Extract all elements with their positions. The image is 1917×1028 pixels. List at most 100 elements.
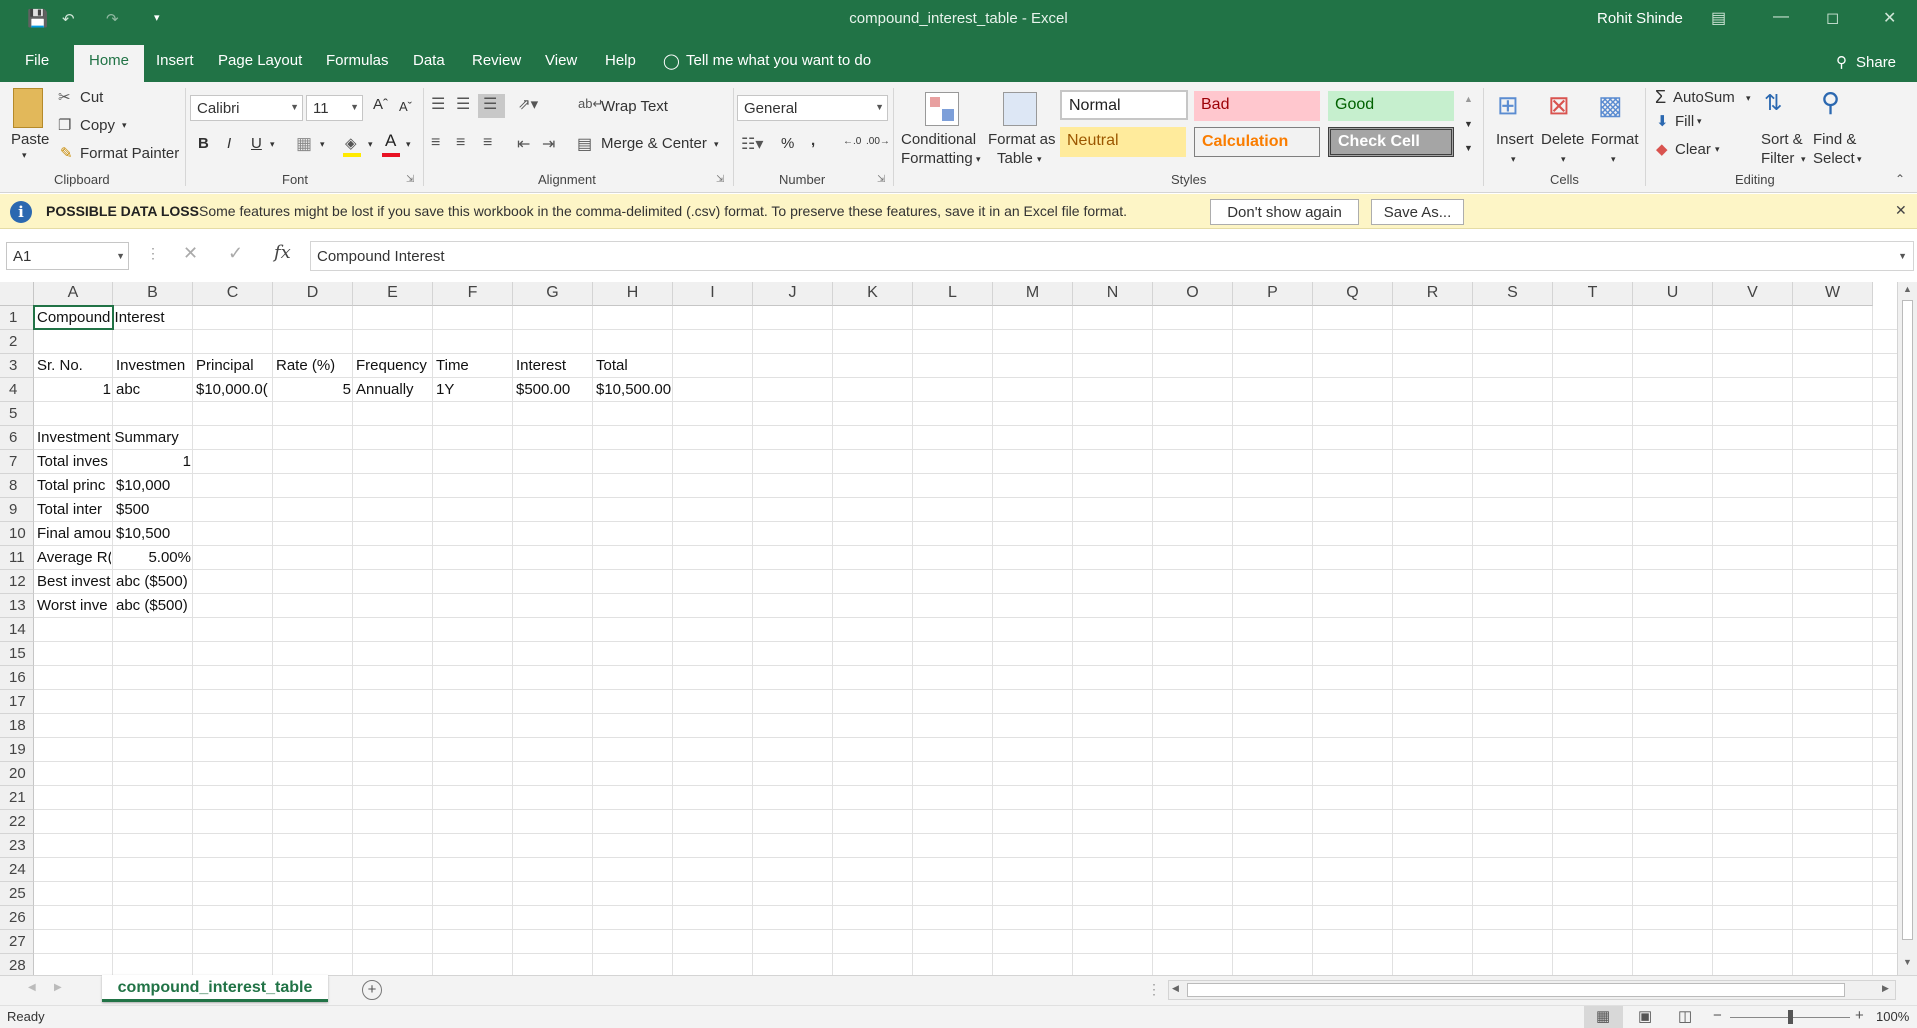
vertical-scroll-thumb[interactable] (1902, 300, 1913, 940)
vertical-scrollbar[interactable]: ▲ ▼ (1897, 282, 1917, 975)
insert-cells-button[interactable]: Insert (1496, 131, 1534, 148)
percent-style-button[interactable]: % (781, 135, 794, 152)
sort-filter-line1[interactable]: Sort & (1761, 131, 1803, 148)
insert-dropdown-icon[interactable]: ▾ (1511, 154, 1516, 165)
borders-dropdown-icon[interactable]: ▾ (320, 139, 325, 150)
collapse-ribbon-icon[interactable]: ⌃ (1895, 172, 1905, 186)
find-dropdown-icon[interactable]: ▾ (1857, 154, 1862, 165)
row-header[interactable]: 24 (0, 858, 34, 882)
row-header[interactable]: 15 (0, 642, 34, 666)
autosum-button[interactable]: AutoSum (1673, 89, 1735, 106)
format-dropdown-icon[interactable]: ▾ (1611, 154, 1616, 165)
column-header[interactable]: G (513, 282, 593, 306)
style-neutral[interactable]: Neutral (1060, 127, 1186, 157)
style-calculation[interactable]: Calculation (1194, 127, 1320, 157)
column-header[interactable]: M (993, 282, 1073, 306)
clear-dropdown-icon[interactable]: ▾ (1715, 144, 1720, 155)
fill-button[interactable]: Fill (1675, 113, 1694, 130)
normal-view-selected[interactable]: ▦ (1584, 1006, 1623, 1028)
horizontal-scrollbar[interactable]: ◀ ▶ (1168, 980, 1896, 1000)
fat-dropdown-icon[interactable]: ▾ (1037, 154, 1042, 165)
styles-scroll-up-icon[interactable]: ▲ (1464, 94, 1473, 104)
column-header[interactable]: H (593, 282, 673, 306)
dont-show-again-button[interactable]: Don't show again (1210, 199, 1359, 225)
delete-cells-button[interactable]: Delete (1541, 131, 1584, 148)
row-header[interactable]: 9 (0, 498, 34, 522)
save-as-button[interactable]: Save As... (1371, 199, 1464, 225)
increase-indent-icon[interactable]: ⇥ (542, 134, 555, 154)
number-launcher-icon[interactable]: ⇲ (877, 174, 885, 185)
align-left-icon[interactable]: ≡ (431, 134, 440, 152)
cell-b4[interactable]: abc (116, 378, 191, 402)
zoom-in-icon[interactable]: + (1855, 1007, 1864, 1024)
cut-button[interactable]: Cut (80, 89, 103, 106)
column-header[interactable]: S (1473, 282, 1553, 306)
autosum-dropdown-icon[interactable]: ▾ (1746, 93, 1751, 104)
row-header[interactable]: 22 (0, 810, 34, 834)
accounting-format-icon[interactable]: ☷▾ (741, 134, 763, 154)
format-as-table-line1[interactable]: Format as (988, 131, 1056, 148)
column-header[interactable]: J (753, 282, 833, 306)
scroll-left-icon[interactable]: ◀ (1172, 983, 1179, 994)
cell-a13[interactable]: Worst inve (37, 594, 111, 618)
column-header[interactable]: C (193, 282, 273, 306)
row-header[interactable]: 25 (0, 882, 34, 906)
cell-a7[interactable]: Total inves (37, 450, 111, 474)
column-header[interactable]: L (913, 282, 993, 306)
tab-help[interactable]: Help (605, 52, 636, 69)
sort-filter-line2[interactable]: Filter (1761, 150, 1794, 167)
decrease-decimal-icon[interactable]: .00→ (866, 136, 890, 147)
page-layout-view-icon[interactable]: ▣ (1638, 1007, 1652, 1025)
close-icon[interactable]: ✕ (1883, 8, 1896, 28)
row-header[interactable]: 5 (0, 402, 34, 426)
cell-a4[interactable]: 1 (37, 378, 111, 402)
cell-d4[interactable]: 5 (276, 378, 351, 402)
italic-button[interactable]: I (227, 135, 231, 152)
cell-c3[interactable]: Principal (196, 354, 271, 378)
row-header[interactable]: 23 (0, 834, 34, 858)
confirm-entry-icon[interactable]: ✓ (228, 243, 243, 264)
page-break-view-icon[interactable]: ◫ (1678, 1007, 1692, 1025)
name-box[interactable]: A1 ▼ (6, 242, 129, 270)
cell-b9[interactable]: $500 (116, 498, 191, 522)
paste-icon[interactable] (13, 88, 43, 128)
tab-insert[interactable]: Insert (156, 52, 194, 69)
scroll-right-icon[interactable]: ▶ (1882, 983, 1889, 994)
row-header[interactable]: 11 (0, 546, 34, 570)
row-header[interactable]: 20 (0, 762, 34, 786)
column-header[interactable]: T (1553, 282, 1633, 306)
select-all-corner[interactable] (0, 282, 34, 306)
paste-button[interactable]: Paste (11, 131, 49, 148)
cell-a10[interactable]: Final amou (37, 522, 111, 546)
minimize-icon[interactable]: — (1773, 8, 1789, 26)
row-header[interactable]: 26 (0, 906, 34, 930)
row-header[interactable]: 17 (0, 690, 34, 714)
cell-a6[interactable]: Investment Summary (37, 426, 257, 450)
copy-dropdown-icon[interactable]: ▾ (122, 120, 127, 131)
increase-decimal-icon[interactable]: ←.0 (843, 136, 861, 147)
cell-f3[interactable]: Time (436, 354, 511, 378)
share-button[interactable]: Share (1856, 54, 1896, 71)
column-header[interactable]: E (353, 282, 433, 306)
cell-h4[interactable]: $10,500.00 (596, 378, 816, 402)
row-header[interactable]: 16 (0, 666, 34, 690)
cell-g4[interactable]: $500.00 (516, 378, 591, 402)
horizontal-scroll-thumb[interactable] (1187, 983, 1845, 997)
cell-e3[interactable]: Frequency (356, 354, 431, 378)
cell-a3[interactable]: Sr. No. (37, 354, 111, 378)
font-color-dropdown-icon[interactable]: ▾ (406, 139, 411, 150)
cell-b12[interactable]: abc ($500) (116, 570, 191, 594)
font-launcher-icon[interactable]: ⇲ (406, 174, 414, 185)
cancel-entry-icon[interactable]: ✕ (183, 243, 198, 264)
cf-dropdown-icon[interactable]: ▾ (976, 154, 981, 165)
tab-data[interactable]: Data (413, 52, 445, 69)
comma-style-button[interactable]: , (811, 132, 815, 149)
style-good[interactable]: Good (1328, 91, 1454, 121)
cell-a12[interactable]: Best invest (37, 570, 111, 594)
cell-c4[interactable]: $10,000.0( (196, 378, 271, 402)
bold-button[interactable]: B (198, 135, 209, 152)
ribbon-display-icon[interactable]: ▤ (1711, 8, 1726, 28)
tab-page-layout[interactable]: Page Layout (218, 52, 302, 69)
zoom-level[interactable]: 100% (1876, 1009, 1909, 1024)
cell-b3[interactable]: Investmen (116, 354, 191, 378)
